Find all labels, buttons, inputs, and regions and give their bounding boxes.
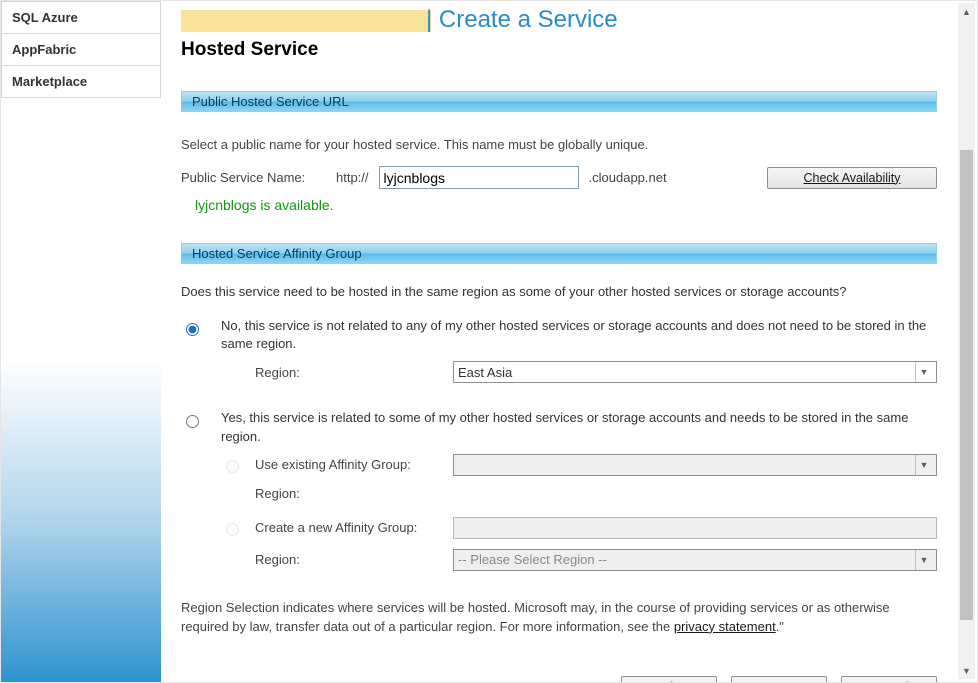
use-existing-label: Use existing Affinity Group: [255, 457, 453, 472]
affinity-option-yes: Yes, this service is related to some of … [181, 409, 937, 580]
breadcrumb-suffix: | Create a Service [181, 6, 618, 34]
layout: SQL Azure AppFabric Marketplace | Create… [1, 1, 957, 682]
scroll-track[interactable] [958, 20, 975, 662]
create-new-region-placeholder: -- Please Select Region -- [458, 552, 607, 567]
cancel-button[interactable]: Cancel [841, 676, 937, 682]
service-name-row: Public Service Name: http:// .cloudapp.n… [181, 166, 937, 189]
use-existing-select[interactable]: ▼ [453, 454, 937, 476]
wizard-buttons: Previous Create Cancel [181, 676, 937, 682]
service-name-label: Public Service Name: [181, 170, 326, 185]
scroll-thumb[interactable] [960, 150, 973, 620]
breadcrumb: | Create a Service [181, 5, 937, 35]
use-existing-region-label: Region: [221, 486, 453, 501]
affinity-radio-no[interactable] [186, 323, 199, 336]
chevron-down-icon: ▼ [915, 550, 932, 570]
scroll-up-icon[interactable]: ▲ [958, 3, 975, 20]
affinity-yes-label: Yes, this service is related to some of … [221, 409, 937, 445]
app-window: SQL Azure AppFabric Marketplace | Create… [0, 0, 978, 683]
chevron-down-icon: ▼ [915, 362, 932, 382]
privacy-statement-link[interactable]: privacy statement [674, 619, 776, 634]
create-new-name-input[interactable] [453, 517, 937, 539]
http-prefix: http:// [336, 170, 369, 185]
region-select-no-value: East Asia [458, 365, 512, 380]
create-new-radio[interactable] [226, 523, 239, 536]
affinity-no-label: No, this service is not related to any o… [221, 317, 937, 353]
availability-message: lyjcnblogs is available. [195, 197, 937, 213]
service-name-input[interactable] [379, 166, 579, 189]
sidebar-background [1, 98, 161, 682]
affinity-radio-yes[interactable] [186, 415, 199, 428]
main-content: | Create a Service Hosted Service Public… [161, 1, 957, 682]
page-title: Hosted Service [181, 39, 937, 61]
chevron-down-icon: ▼ [915, 455, 932, 475]
sidebar-item-sql-azure[interactable]: SQL Azure [1, 1, 161, 34]
create-button[interactable]: Create [731, 676, 827, 682]
sidebar-items: SQL Azure AppFabric Marketplace [1, 1, 161, 98]
previous-button[interactable]: Previous [621, 676, 717, 682]
domain-suffix: .cloudapp.net [589, 170, 667, 185]
url-description: Select a public name for your hosted ser… [181, 137, 937, 152]
disclaimer-suffix: ." [776, 619, 784, 634]
section-header-url: Public Hosted Service URL [181, 91, 937, 112]
section-header-affinity: Hosted Service Affinity Group [181, 243, 937, 264]
sidebar-item-marketplace[interactable]: Marketplace [1, 66, 161, 98]
region-label-no: Region: [221, 365, 453, 380]
scroll-down-icon[interactable]: ▼ [958, 662, 975, 679]
vertical-scrollbar[interactable]: ▲ ▼ [958, 3, 975, 679]
check-availability-button[interactable]: Check Availability [767, 167, 937, 189]
affinity-question: Does this service need to be hosted in t… [181, 284, 937, 299]
create-new-region-label: Region: [221, 552, 453, 567]
create-new-region-select[interactable]: -- Please Select Region -- ▼ [453, 549, 937, 571]
region-select-no[interactable]: East Asia ▼ [453, 361, 937, 383]
region-disclaimer: Region Selection indicates where service… [181, 599, 937, 637]
use-existing-radio[interactable] [226, 460, 239, 473]
sidebar: SQL Azure AppFabric Marketplace [1, 1, 161, 682]
create-new-label: Create a new Affinity Group: [255, 520, 453, 535]
sidebar-item-appfabric[interactable]: AppFabric [1, 34, 161, 66]
affinity-option-no: No, this service is not related to any o… [181, 317, 937, 393]
